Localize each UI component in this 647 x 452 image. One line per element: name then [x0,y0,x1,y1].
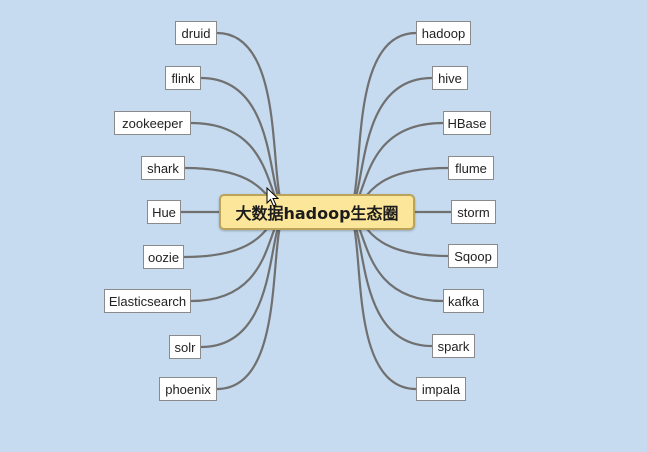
mouse-pointer-icon [266,187,280,207]
central-topic[interactable]: 大数据hadoop生态圈 [219,194,415,230]
branch-hbase[interactable]: HBase [443,111,491,135]
branch-storm[interactable]: storm [451,200,496,224]
branch-sqoop[interactable]: Sqoop [448,244,498,268]
branch-kafka[interactable]: kafka [443,289,484,313]
branch-spark[interactable]: spark [432,334,475,358]
branch-druid[interactable]: druid [175,21,217,45]
branch-zookeeper[interactable]: zookeeper [114,111,191,135]
connector-hive [343,76,434,214]
branch-impala[interactable]: impala [416,377,466,401]
branch-phoenix[interactable]: phoenix [159,377,217,401]
branch-elasticsearch[interactable]: Elasticsearch [104,289,191,313]
connector-spark [343,210,434,348]
connector-solr [199,210,291,349]
branch-flink[interactable]: flink [165,66,201,90]
branch-hue[interactable]: Hue [147,200,181,224]
branch-shark[interactable]: shark [141,156,185,180]
mind-map-canvas: 大数据hadoop生态圈 druid flink zookeeper shark… [0,0,647,452]
branch-oozie[interactable]: oozie [143,245,184,269]
connector-phoenix [215,210,291,391]
connector-impala [343,210,418,391]
connector-hadoop [343,31,418,214]
branch-flume[interactable]: flume [448,156,494,180]
connector-druid [215,31,291,214]
branch-hadoop[interactable]: hadoop [416,21,471,45]
branch-hive[interactable]: hive [432,66,468,90]
branch-solr[interactable]: solr [169,335,201,359]
